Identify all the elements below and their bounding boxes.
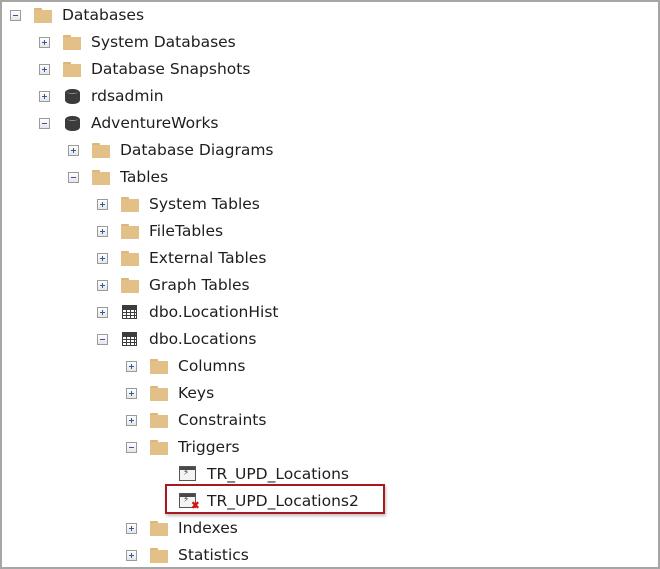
tree-node[interactable]: Statistics (126, 543, 249, 567)
folder-icon (120, 222, 140, 240)
folder-icon (149, 357, 169, 375)
folder-icon (149, 411, 169, 429)
tree-node[interactable]: Columns (126, 354, 245, 378)
expand-icon[interactable] (126, 360, 137, 372)
expand-icon[interactable] (126, 522, 137, 534)
tree-node[interactable]: External Tables (97, 246, 266, 270)
table-icon (120, 330, 140, 348)
tree-node[interactable]: rdsadmin (39, 84, 164, 108)
tree-node-label: Tables (120, 168, 169, 186)
expand-icon[interactable] (126, 387, 137, 399)
tree-node[interactable]: TR_UPD_Locations (155, 462, 349, 486)
tree-node-label: AdventureWorks (91, 114, 219, 132)
database-icon (62, 114, 82, 132)
folder-icon (62, 33, 82, 51)
tree-node[interactable]: Indexes (126, 516, 238, 540)
tree-node-label: Constraints (178, 411, 267, 429)
expand-icon[interactable] (97, 252, 108, 264)
collapse-icon[interactable] (68, 171, 79, 183)
tree-node[interactable]: Graph Tables (97, 273, 250, 297)
tree-node-label: dbo.Locations (149, 330, 257, 348)
tree-node[interactable]: dbo.Locations (97, 327, 256, 351)
folder-icon (149, 546, 169, 564)
collapse-icon[interactable] (126, 441, 137, 453)
database-icon (62, 87, 82, 105)
tree-node[interactable]: AdventureWorks (39, 111, 219, 135)
expand-icon[interactable] (39, 90, 50, 102)
tree-node-label: Keys (178, 384, 215, 402)
tree-node[interactable]: dbo.LocationHist (97, 300, 279, 324)
expand-icon[interactable] (39, 63, 50, 75)
tree-node-label: System Databases (91, 33, 236, 51)
tree-node-label: Graph Tables (149, 276, 250, 294)
tree-node[interactable]: Database Diagrams (68, 138, 274, 162)
tree-node[interactable]: Database Snapshots (39, 57, 250, 81)
folder-icon (120, 195, 140, 213)
tree-node[interactable]: Databases (10, 3, 144, 27)
expand-icon[interactable] (39, 36, 50, 48)
tree-node-label: Triggers (178, 438, 240, 456)
collapse-icon[interactable] (39, 117, 50, 129)
tree-node[interactable]: System Tables (97, 192, 260, 216)
tree-node[interactable]: FileTables (97, 219, 223, 243)
tree-node-label: rdsadmin (91, 87, 164, 105)
tree-node-label: Statistics (178, 546, 249, 564)
trigger-icon (178, 465, 198, 483)
folder-icon (120, 249, 140, 267)
tree-node-label: System Tables (149, 195, 260, 213)
folder-icon (91, 168, 111, 186)
tree-node-label: Database Diagrams (120, 141, 274, 159)
tree-node[interactable]: Constraints (126, 408, 266, 432)
expand-icon[interactable] (97, 279, 108, 291)
folder-icon (149, 519, 169, 537)
tree-node-label: External Tables (149, 249, 267, 267)
tree-node[interactable]: Keys (126, 381, 214, 405)
tree-node-label: TR_UPD_Locations (207, 465, 349, 483)
tree-node-label: Columns (178, 357, 246, 375)
tree-node-label: FileTables (149, 222, 224, 240)
expand-icon[interactable] (68, 144, 79, 156)
tree-node-label: Indexes (178, 519, 238, 537)
folder-icon (149, 438, 169, 456)
folder-icon (62, 60, 82, 78)
tree-node-label: dbo.LocationHist (149, 303, 279, 321)
tree-node-label: Databases (62, 6, 145, 24)
folder-icon (149, 384, 169, 402)
folder-icon (120, 276, 140, 294)
folder-icon (91, 141, 111, 159)
expand-icon[interactable] (97, 225, 108, 237)
expand-icon[interactable] (126, 549, 137, 561)
folder-icon (33, 6, 53, 24)
collapse-icon[interactable] (97, 333, 108, 345)
tree-node[interactable]: System Databases (39, 30, 236, 54)
collapse-icon[interactable] (10, 9, 21, 21)
expand-icon[interactable] (126, 414, 137, 426)
table-icon (120, 303, 140, 321)
tree-node-label: Database Snapshots (91, 60, 251, 78)
highlight-box (165, 484, 385, 514)
expand-icon[interactable] (97, 306, 108, 318)
object-explorer-panel: Databases System Databases Database Snapsh… (0, 0, 660, 569)
tree-node[interactable]: Tables (68, 165, 168, 189)
tree-node[interactable]: Triggers (126, 435, 240, 459)
expand-icon[interactable] (97, 198, 108, 210)
